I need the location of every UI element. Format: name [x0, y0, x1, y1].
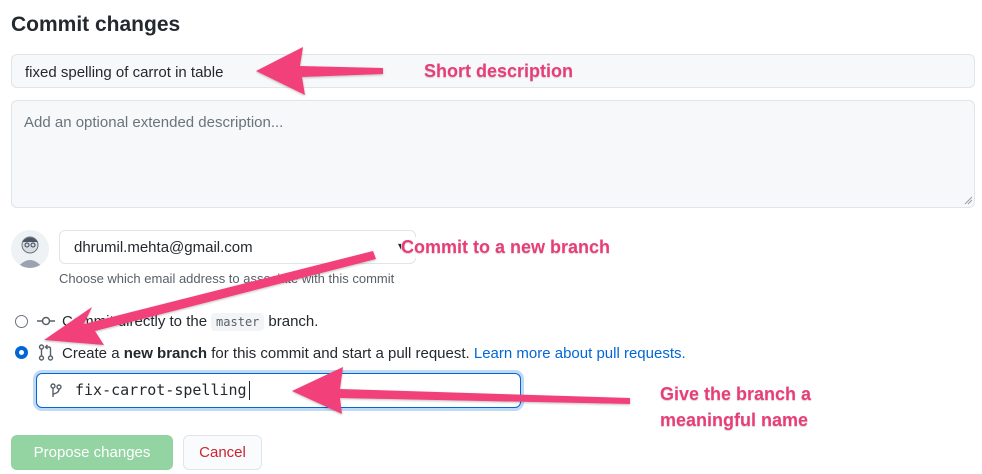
arrow-branch-name [292, 367, 630, 414]
arrow-short-description [256, 47, 383, 95]
annotation-short-description: Short description [424, 61, 574, 81]
annotation-commit-new-branch: Commit to a new branch [401, 237, 611, 258]
annotation-branch-name: Give the branch a meaningful name [660, 381, 811, 433]
arrow-new-branch [44, 251, 376, 345]
annotation-branch-name-line2: meaningful name [660, 410, 809, 430]
annotation-branch-name-line1: Give the branch a [660, 384, 812, 404]
